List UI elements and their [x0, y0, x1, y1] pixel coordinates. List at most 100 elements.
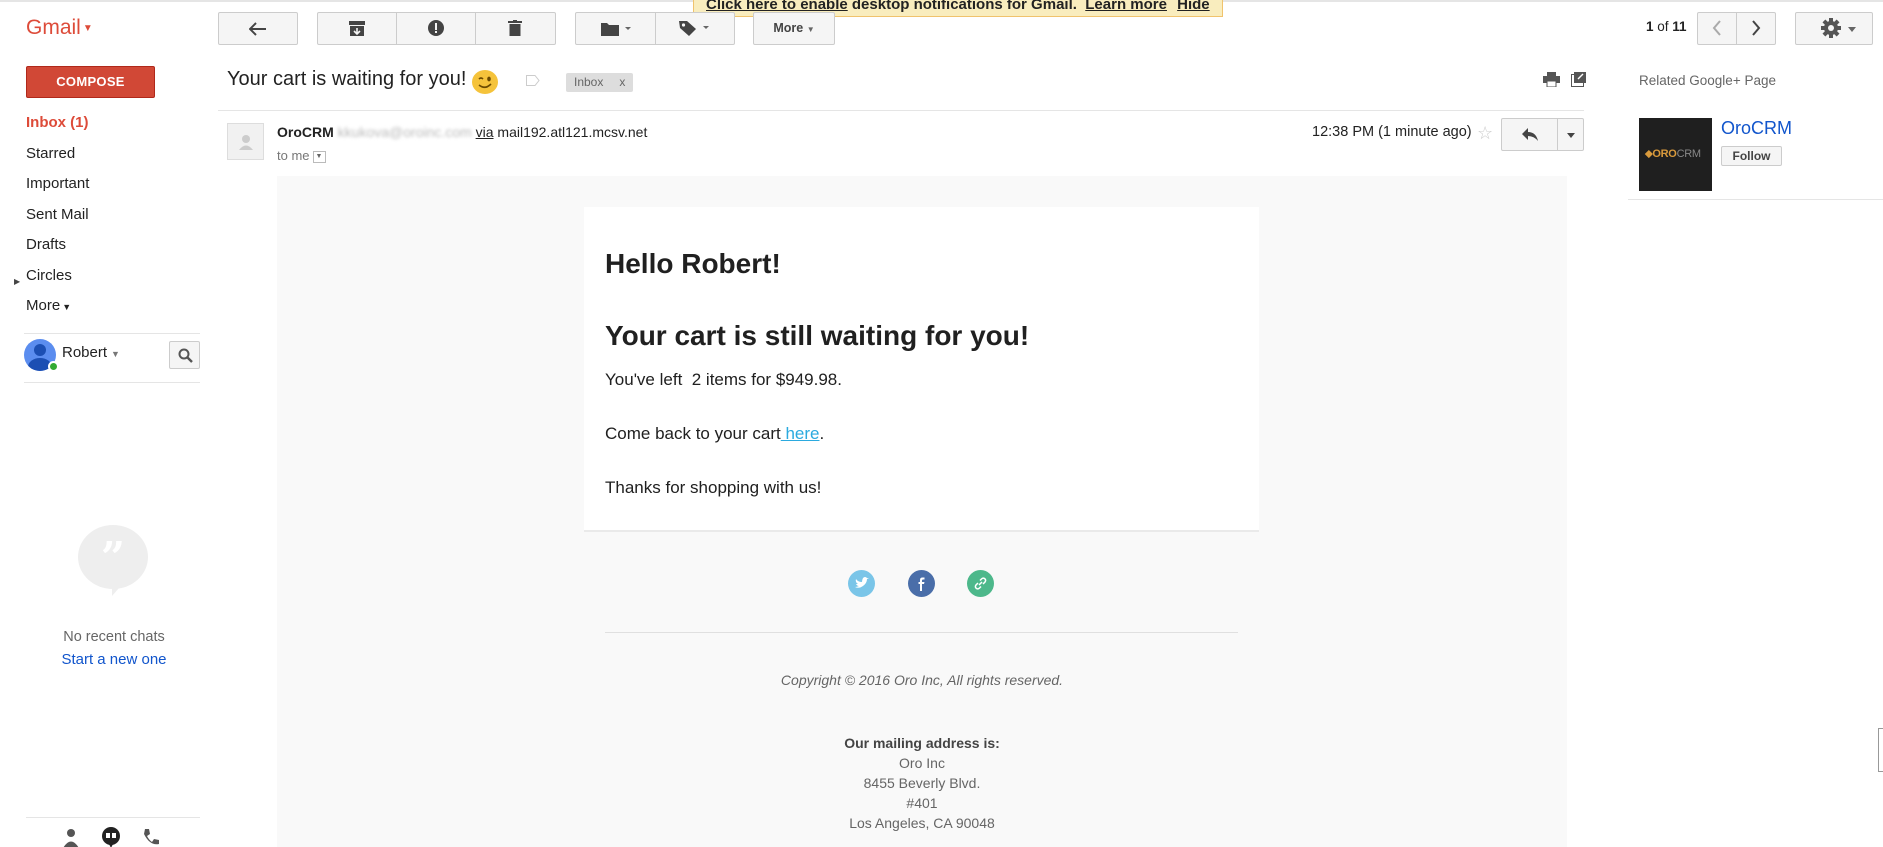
- user-status-menu[interactable]: Robert ▼: [62, 344, 120, 361]
- chevron-down-icon: ▼: [111, 349, 120, 359]
- newer-button[interactable]: [1698, 13, 1737, 44]
- older-button[interactable]: [1737, 13, 1775, 44]
- hangouts-icon[interactable]: [100, 826, 122, 847]
- delete-button[interactable]: [476, 13, 555, 44]
- nav-item-more[interactable]: More ▼: [26, 296, 201, 327]
- reply-group: [1501, 118, 1584, 151]
- gmail-logo: Gmail: [26, 16, 81, 39]
- phone-icon[interactable]: [140, 826, 162, 847]
- user-divider: [24, 382, 200, 383]
- address-line: #401: [906, 795, 938, 811]
- comeback-prefix: Come back to your cart: [605, 424, 781, 443]
- message-actions-group: [317, 12, 556, 45]
- email-thanks: Thanks for shopping with us!: [605, 478, 822, 497]
- via-link[interactable]: via: [476, 124, 494, 140]
- mailing-address: Our mailing address is: Oro Inc 8455 Bev…: [277, 733, 1567, 833]
- via-domain: mail192.atl121.mcsv.net: [497, 124, 648, 140]
- address-line: Los Angeles, CA 90048: [849, 815, 995, 831]
- email-greeting: Hello Robert!: [605, 248, 781, 279]
- nav-item-important[interactable]: Important: [26, 174, 201, 205]
- learn-more-link[interactable]: Learn more: [1085, 0, 1167, 13]
- logo-text-oro: ORO: [1652, 148, 1677, 160]
- pager-current: 1: [1646, 19, 1654, 34]
- organize-group: [575, 12, 735, 45]
- chevron-down-icon: ▼: [82, 22, 93, 34]
- subject-divider: [218, 110, 1584, 111]
- recipient-line: to me ▼: [277, 148, 326, 163]
- pager-separator: of: [1653, 19, 1673, 34]
- related-page-name[interactable]: OroCRM: [1721, 118, 1792, 139]
- contacts-icon[interactable]: [60, 826, 82, 847]
- reply-icon[interactable]: [1522, 128, 1538, 141]
- bottom-divider: [26, 817, 200, 818]
- gmail-menu[interactable]: Gmail ▼: [26, 16, 93, 40]
- mail-nav: Inbox (1) Starred Important Sent Mail Dr…: [14, 113, 201, 327]
- sender-name[interactable]: OroCRM: [277, 124, 334, 140]
- pagination-buttons: [1697, 12, 1776, 45]
- star-icon[interactable]: ☆: [1477, 123, 1493, 144]
- hangouts-user-row: Robert ▼: [24, 337, 200, 375]
- nav-item-more-label: More: [26, 297, 61, 314]
- back-to-inbox-button[interactable]: [218, 12, 298, 45]
- wink-emoji-icon: [472, 70, 498, 94]
- nav-item-sent-mail[interactable]: Sent Mail: [26, 205, 201, 236]
- nav-item-drafts[interactable]: Drafts: [26, 235, 201, 266]
- nav-item-circles[interactable]: ▶ Circles: [14, 266, 201, 297]
- label-tag-icon: [679, 21, 709, 36]
- hide-notice-link[interactable]: Hide: [1177, 0, 1210, 13]
- email-content-card: Hello Robert! Your cart is still waiting…: [584, 207, 1259, 532]
- sender-avatar: [227, 123, 264, 160]
- follow-button[interactable]: Follow: [1721, 146, 1782, 166]
- no-chats-text: No recent chats: [63, 629, 165, 645]
- archive-button[interactable]: [318, 13, 397, 44]
- nav-item-starred[interactable]: Starred: [26, 144, 201, 175]
- labels-button[interactable]: [656, 13, 734, 44]
- address-title: Our mailing address is:: [844, 735, 1000, 751]
- email-body: Hello Robert! Your cart is still waiting…: [277, 176, 1567, 847]
- chevron-down-icon: ▼: [806, 25, 815, 34]
- nav-item-inbox[interactable]: Inbox (1): [26, 113, 201, 144]
- user-name: Robert: [62, 344, 108, 361]
- folder-icon: [601, 23, 631, 36]
- website-link-icon[interactable]: [967, 570, 994, 597]
- move-to-button[interactable]: [576, 13, 656, 44]
- twitter-icon[interactable]: [848, 570, 875, 597]
- comeback-suffix: .: [819, 424, 825, 443]
- reply-more-icon[interactable]: [1567, 133, 1575, 138]
- search-people-button[interactable]: [169, 341, 200, 369]
- important-marker-icon[interactable]: [526, 75, 540, 86]
- email-headline: Your cart is still waiting for you!: [605, 320, 1030, 351]
- back-arrow-icon: [249, 22, 266, 36]
- email-comeback-line: Come back to your cart here.: [605, 424, 824, 444]
- online-status-icon: [48, 361, 59, 372]
- logo-text-crm: CRM: [1676, 148, 1701, 160]
- cart-link[interactable]: here: [781, 424, 819, 443]
- print-icon[interactable]: [1543, 72, 1560, 87]
- gear-icon: [1821, 18, 1841, 38]
- facebook-icon[interactable]: [908, 570, 935, 597]
- nav-divider: [24, 333, 200, 334]
- orocrm-logo[interactable]: ⬥OROCRM: [1639, 118, 1712, 191]
- report-spam-button[interactable]: [397, 13, 476, 44]
- remove-label-button[interactable]: x: [619, 75, 625, 89]
- chevron-down-icon: ▼: [62, 302, 72, 312]
- settings-button[interactable]: [1795, 12, 1873, 45]
- address-line: Oro Inc: [899, 755, 945, 771]
- compose-button[interactable]: COMPOSE: [26, 66, 155, 98]
- more-actions-label: More: [773, 21, 804, 35]
- recipient-text: to me: [277, 148, 310, 163]
- message-time: 12:38 PM (1 minute ago): [1312, 124, 1472, 140]
- more-actions-button[interactable]: More ▼: [753, 12, 835, 45]
- new-window-icon[interactable]: [1571, 72, 1586, 87]
- bottom-tabs: [60, 826, 170, 847]
- scrollbar-edge[interactable]: [1878, 728, 1883, 772]
- hangouts-bubble-icon: ”: [78, 525, 148, 596]
- sender-line: OroCRM kkukova@oroinc.com via mail192.at…: [277, 124, 647, 140]
- notice-text: desktop notifications for Gmail.: [847, 0, 1077, 13]
- expand-triangle-icon[interactable]: ▶: [14, 272, 20, 292]
- chevron-right-icon: [1752, 20, 1761, 36]
- start-new-chat-link[interactable]: Start a new one: [40, 651, 188, 668]
- search-icon: [178, 348, 193, 363]
- chevron-left-icon: [1712, 20, 1721, 36]
- show-details-icon[interactable]: ▼: [312, 150, 326, 163]
